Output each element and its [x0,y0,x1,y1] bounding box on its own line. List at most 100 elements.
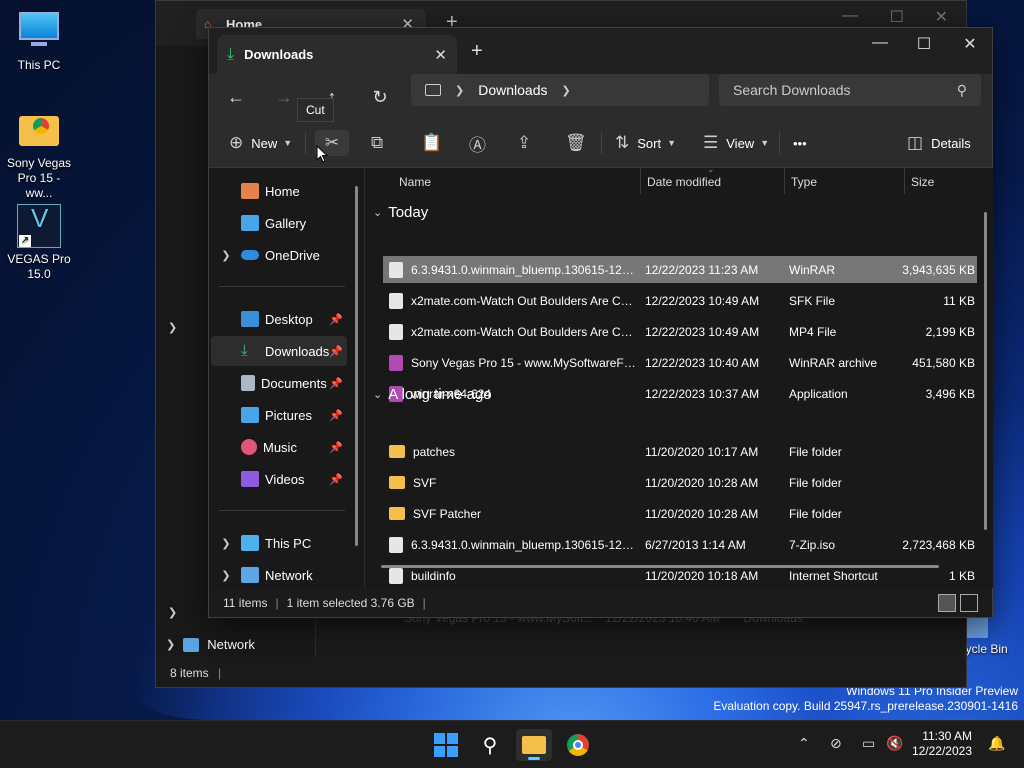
pin-icon[interactable]: 📌 [329,345,343,358]
new-label: New [251,135,278,151]
file-name: 6.3.9431.0.winmain_bluemp.130615-1214... [411,537,637,552]
horizontal-scrollbar[interactable] [381,565,939,568]
display-icon[interactable]: ▭ [862,735,875,752]
pin-icon[interactable]: 📌 [329,409,343,422]
maximize-icon[interactable]: ☐ [890,7,904,27]
nav-item-this-pc[interactable]: ❯ This PC [211,528,347,558]
desktop-icon-this-pc[interactable]: This PC [3,10,75,73]
file-row[interactable]: x2mate.com-Watch Out Boulders Are Co... 1… [383,318,977,345]
windows-watermark: Windows 11 Pro Insider Preview Evaluatio… [713,684,1018,714]
nav-item-music[interactable]: Music 📌 [211,432,347,462]
file-row[interactable]: SVF 11/20/2020 10:28 AM File folder [383,469,977,496]
pin-icon[interactable]: 📌 [329,441,343,454]
divider [219,286,345,287]
file-name: SVF Patcher [413,506,482,521]
chevron-right-icon[interactable]: ❯ [211,249,241,262]
maximize-icon[interactable]: ☐ [901,34,947,54]
file-row[interactable]: 6.3.9431.0.winmain_bluemp.130615-1214...… [383,531,977,558]
chevron-up-icon[interactable]: ⌃ [798,735,810,752]
nav-item-home[interactable]: Home [211,176,347,206]
minimize-icon[interactable]: — [842,7,858,25]
pin-icon[interactable]: 📌 [329,473,343,486]
network-disconnected-icon[interactable]: ⊘ [830,735,842,752]
chevron-right-icon[interactable]: ❯ [561,84,570,97]
column-header-name[interactable]: Name [399,168,431,196]
close-tab-icon[interactable]: ✕ [434,46,447,64]
address-bar[interactable]: ❯ Downloads ❯ [411,74,709,106]
paste-button[interactable]: 📋 [421,130,442,156]
details-button[interactable]: ◫ Details [907,130,971,156]
column-header-type[interactable]: Type [791,168,817,196]
item-count: 11 items [223,596,268,610]
more-options-button[interactable]: ••• [793,130,807,156]
nav-item-desktop[interactable]: Desktop 📌 [211,304,347,334]
view-button[interactable]: ☰ View ▼ [703,130,769,156]
new-tab-icon[interactable]: + [471,40,483,63]
chevron-right-icon[interactable]: ❯ [168,606,177,619]
start-button[interactable] [428,729,464,761]
column-separator[interactable] [784,168,785,194]
download-arrow-icon: ⤓ [227,45,235,63]
nav-item-videos[interactable]: Videos 📌 [211,464,347,494]
sort-button[interactable]: ⇅ Sort ▼ [615,130,676,156]
nav-item-gallery[interactable]: Gallery [211,208,347,238]
forward-icon[interactable]: → [269,82,299,112]
chrome-icon [567,734,589,756]
breadcrumb-downloads[interactable]: Downloads [478,82,547,98]
file-row[interactable]: Sony Vegas Pro 15 - www.MySoftwareFre...… [383,349,977,376]
vertical-scrollbar[interactable] [984,212,987,530]
pin-icon[interactable]: 📌 [329,377,343,390]
nav-item-onedrive[interactable]: ❯ OneDrive [211,240,347,270]
close-icon[interactable]: ✕ [947,34,993,54]
new-button[interactable]: ⊕ New ▼ [229,130,292,156]
rename-button[interactable]: Ⓐ [469,130,486,156]
desktop-icon-vegas-pro[interactable]: V ↗ VEGAS Pro 15.0 [3,204,75,282]
file-row[interactable]: patches 11/20/2020 10:17 AM File folder [383,438,977,465]
notification-bell-icon[interactable]: 🔔 [988,735,1005,752]
nav-item-network[interactable]: ❯ Network [166,637,255,652]
copy-button[interactable]: ⧉ [371,130,383,156]
selection-info: 1 item selected 3.76 GB [286,596,415,610]
tab-downloads[interactable]: ⤓ Downloads ✕ [217,35,457,74]
share-button[interactable]: ⇪ [517,130,531,156]
title-bar: ⤓ Downloads ✕ + — ☐ ✕ [209,28,992,74]
tiles-view-icon[interactable] [960,594,978,612]
pin-icon[interactable]: 📌 [329,313,343,326]
nav-item-downloads[interactable]: ⤓ Downloads 📌 [211,336,347,366]
nav-item-pictures[interactable]: Pictures 📌 [211,400,347,430]
desktop-icon-sony-vegas-archive[interactable]: Sony Vegas Pro 15 - ww... [3,108,75,201]
column-header-size[interactable]: Size [911,168,934,196]
file-row[interactable]: 6.3.9431.0.winmain_bluemp.130615-1214...… [383,256,977,283]
search-input[interactable]: Search Downloads ⚲ [719,74,981,106]
chevron-right-icon[interactable]: ❯ [211,537,241,550]
clock[interactable]: 11:30 AM 12/22/2023 [912,729,972,759]
file-size: 3,496 KB [925,386,975,401]
delete-button[interactable]: 🗑 [565,130,587,156]
file-name: Sony Vegas Pro 15 - www.MySoftwareFre... [411,355,637,370]
column-separator[interactable] [904,168,905,194]
nav-scrollbar[interactable] [355,186,358,546]
refresh-icon[interactable]: ↻ [365,82,395,112]
file-explorer-button[interactable] [516,729,552,761]
file-row[interactable]: SVF Patcher 11/20/2020 10:28 AM File folde… [383,500,977,527]
downloads-explorer-window[interactable]: ⤓ Downloads ✕ + — ☐ ✕ ← → ↑ ↻ ❯ Download… [208,27,993,618]
nav-item-documents[interactable]: Documents 📌 [211,368,347,398]
volume-muted-icon[interactable]: 🔇 [886,735,903,752]
column-separator[interactable] [640,168,641,194]
folder-icon [522,736,546,754]
chevron-right-icon[interactable]: ❯ [168,321,177,334]
chevron-right-icon[interactable]: ❯ [211,569,241,582]
file-date: 12/22/2023 10:49 AM [645,293,760,308]
search-button[interactable]: ⚲ [472,729,508,761]
file-name: 6.3.9431.0.winmain_bluemp.130615-1214... [411,262,637,277]
minimize-icon[interactable]: — [857,34,903,52]
details-view-icon[interactable] [938,594,956,612]
nav-item-network[interactable]: ❯ Network [211,560,347,590]
back-icon[interactable]: ← [221,82,251,112]
close-icon[interactable]: ✕ [935,7,948,27]
group-header-long-ago[interactable]: ⌄ A long time ago [373,386,492,403]
file-size: 11 KB [943,293,975,308]
group-header-today[interactable]: ⌄ Today [373,204,428,221]
file-row[interactable]: x2mate.com-Watch Out Boulders Are Co... 1… [383,287,977,314]
chrome-button[interactable] [560,729,596,761]
